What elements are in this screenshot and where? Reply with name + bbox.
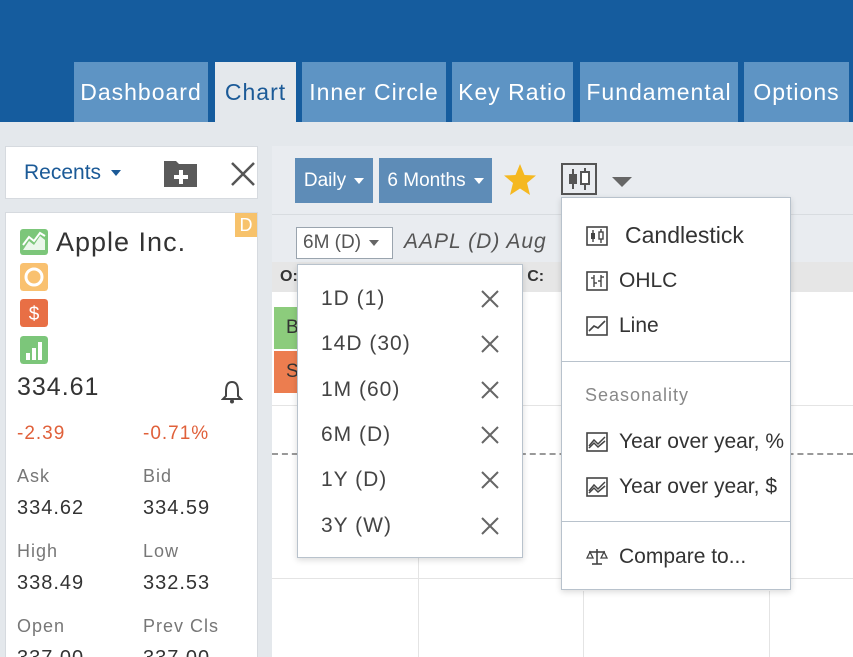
close-icon[interactable]: [480, 425, 500, 445]
period-item[interactable]: 1M (60): [298, 367, 522, 412]
close-icon[interactable]: [480, 516, 500, 536]
menu-item-compare[interactable]: Compare to...: [562, 535, 790, 579]
low-value: 332.53: [143, 572, 211, 594]
daily-badge: D: [235, 213, 257, 237]
candlestick-icon: [586, 226, 608, 246]
dollar-icon[interactable]: $: [20, 299, 48, 327]
price-change-percent: -0.71%: [143, 423, 210, 444]
period-item-label: 3Y (W): [321, 514, 392, 537]
chart-type-menu: Candlestick OHLC Line Seasonality Year o…: [561, 197, 791, 590]
tab-inner-circle[interactable]: Inner Circle: [302, 62, 446, 122]
period-item-label: 1D (1): [321, 287, 386, 310]
open-label: Open: [17, 616, 66, 636]
period-item[interactable]: 1Y (D): [298, 457, 522, 502]
star-icon[interactable]: [502, 162, 538, 198]
menu-divider: [562, 361, 790, 362]
ask-value: 334.62: [17, 497, 85, 519]
add-folder-icon[interactable]: [163, 157, 199, 189]
range-label: 6 Months: [387, 169, 466, 191]
menu-item-label: Year over year, %: [619, 430, 784, 453]
tab-chart[interactable]: Chart: [215, 62, 296, 122]
line-chart-icon: [586, 316, 608, 336]
symbol-legend: AAPL (D) Aug: [404, 230, 547, 253]
period-item[interactable]: 1D (1): [298, 276, 522, 321]
period-item[interactable]: 6M (D): [298, 412, 522, 457]
interval-dropdown[interactable]: Daily: [295, 158, 373, 203]
grid-line: [583, 591, 584, 657]
menu-item-label: Candlestick: [625, 222, 744, 248]
recents-bar: Recents: [5, 146, 258, 199]
menu-item-label: Line: [619, 314, 659, 337]
bid-label: Bid: [143, 466, 173, 486]
recents-label: Recents: [24, 161, 102, 184]
high-label: High: [17, 541, 59, 561]
bid-value: 334.59: [143, 497, 211, 519]
period-menu: 1D (1) 14D (30) 1M (60) 6M (D) 1Y (D) 3Y…: [297, 264, 523, 558]
company-name: Apple Inc.: [56, 227, 187, 257]
open-value: 337.00: [17, 647, 84, 657]
close-icon[interactable]: [480, 470, 500, 490]
period-item-label: 1Y (D): [321, 468, 388, 491]
seasonality-chart-icon: [586, 432, 608, 452]
prev-close-label: Prev Cls: [143, 616, 220, 636]
high-value: 338.49: [17, 572, 85, 594]
menu-item-candlestick[interactable]: Candlestick: [562, 214, 790, 258]
period-item-label: 6M (D): [321, 423, 392, 446]
price-change: -2.39: [17, 423, 66, 444]
bell-icon[interactable]: [221, 380, 243, 404]
close-icon[interactable]: [480, 334, 500, 354]
menu-item-label: Year over year, $: [619, 475, 777, 498]
tab-fundamental[interactable]: Fundamental: [580, 62, 738, 122]
seasonality-chart-icon: [586, 477, 608, 497]
menu-item-label: OHLC: [619, 269, 678, 292]
quote-card: D Apple Inc. $ 334.61 -2.39 -0.71% Ask B…: [5, 212, 258, 657]
close-icon[interactable]: [480, 289, 500, 309]
period-item[interactable]: 14D (30): [298, 321, 522, 366]
candlestick-icon[interactable]: [561, 163, 597, 195]
chart-type-caret-icon[interactable]: [612, 177, 632, 187]
menu-item-yoy-percent[interactable]: Year over year, %: [562, 420, 790, 464]
period-item-label: 1M (60): [321, 378, 401, 401]
prev-close-value: 337.00: [143, 647, 210, 657]
bar-chart-icon[interactable]: [20, 336, 48, 364]
chevron-down-icon: [473, 177, 484, 184]
range-dropdown[interactable]: 6 Months: [379, 158, 492, 203]
chevron-down-icon: [369, 240, 380, 246]
menu-item-yoy-dollar[interactable]: Year over year, $: [562, 465, 790, 509]
tab-dashboard[interactable]: Dashboard: [74, 62, 208, 122]
period-item[interactable]: 3Y (W): [298, 503, 522, 548]
ask-label: Ask: [17, 466, 51, 486]
menu-item-label: Compare to...: [619, 545, 747, 568]
circle-rating-icon[interactable]: [20, 263, 48, 291]
menu-item-line[interactable]: Line: [562, 304, 790, 348]
scale-icon: [586, 549, 608, 565]
menu-item-ohlc[interactable]: OHLC: [562, 259, 790, 303]
chevron-down-icon: [111, 170, 122, 176]
close-icon[interactable]: [229, 160, 257, 188]
last-price: 334.61: [17, 373, 100, 401]
grid-line: [769, 591, 770, 657]
period-item-label: 14D (30): [321, 332, 411, 355]
app-header: Dashboard Chart Inner Circle Key Ratio F…: [0, 0, 853, 122]
seasonality-heading: Seasonality: [585, 385, 690, 405]
low-label: Low: [143, 541, 180, 561]
period-select[interactable]: 6M (D): [296, 227, 393, 259]
area-chart-icon[interactable]: [20, 229, 48, 255]
interval-label: Daily: [303, 169, 347, 191]
menu-divider: [562, 521, 790, 522]
period-select-value: 6M (D): [303, 232, 362, 253]
chevron-down-icon: [354, 177, 365, 184]
svg-text:$: $: [29, 304, 40, 325]
ohlc-open-label: O:: [280, 268, 298, 285]
close-icon[interactable]: [480, 380, 500, 400]
recents-dropdown[interactable]: Recents: [24, 161, 122, 185]
ohlc-icon: [586, 271, 608, 291]
tab-options[interactable]: Options: [744, 62, 849, 122]
tab-key-ratio[interactable]: Key Ratio: [452, 62, 573, 122]
